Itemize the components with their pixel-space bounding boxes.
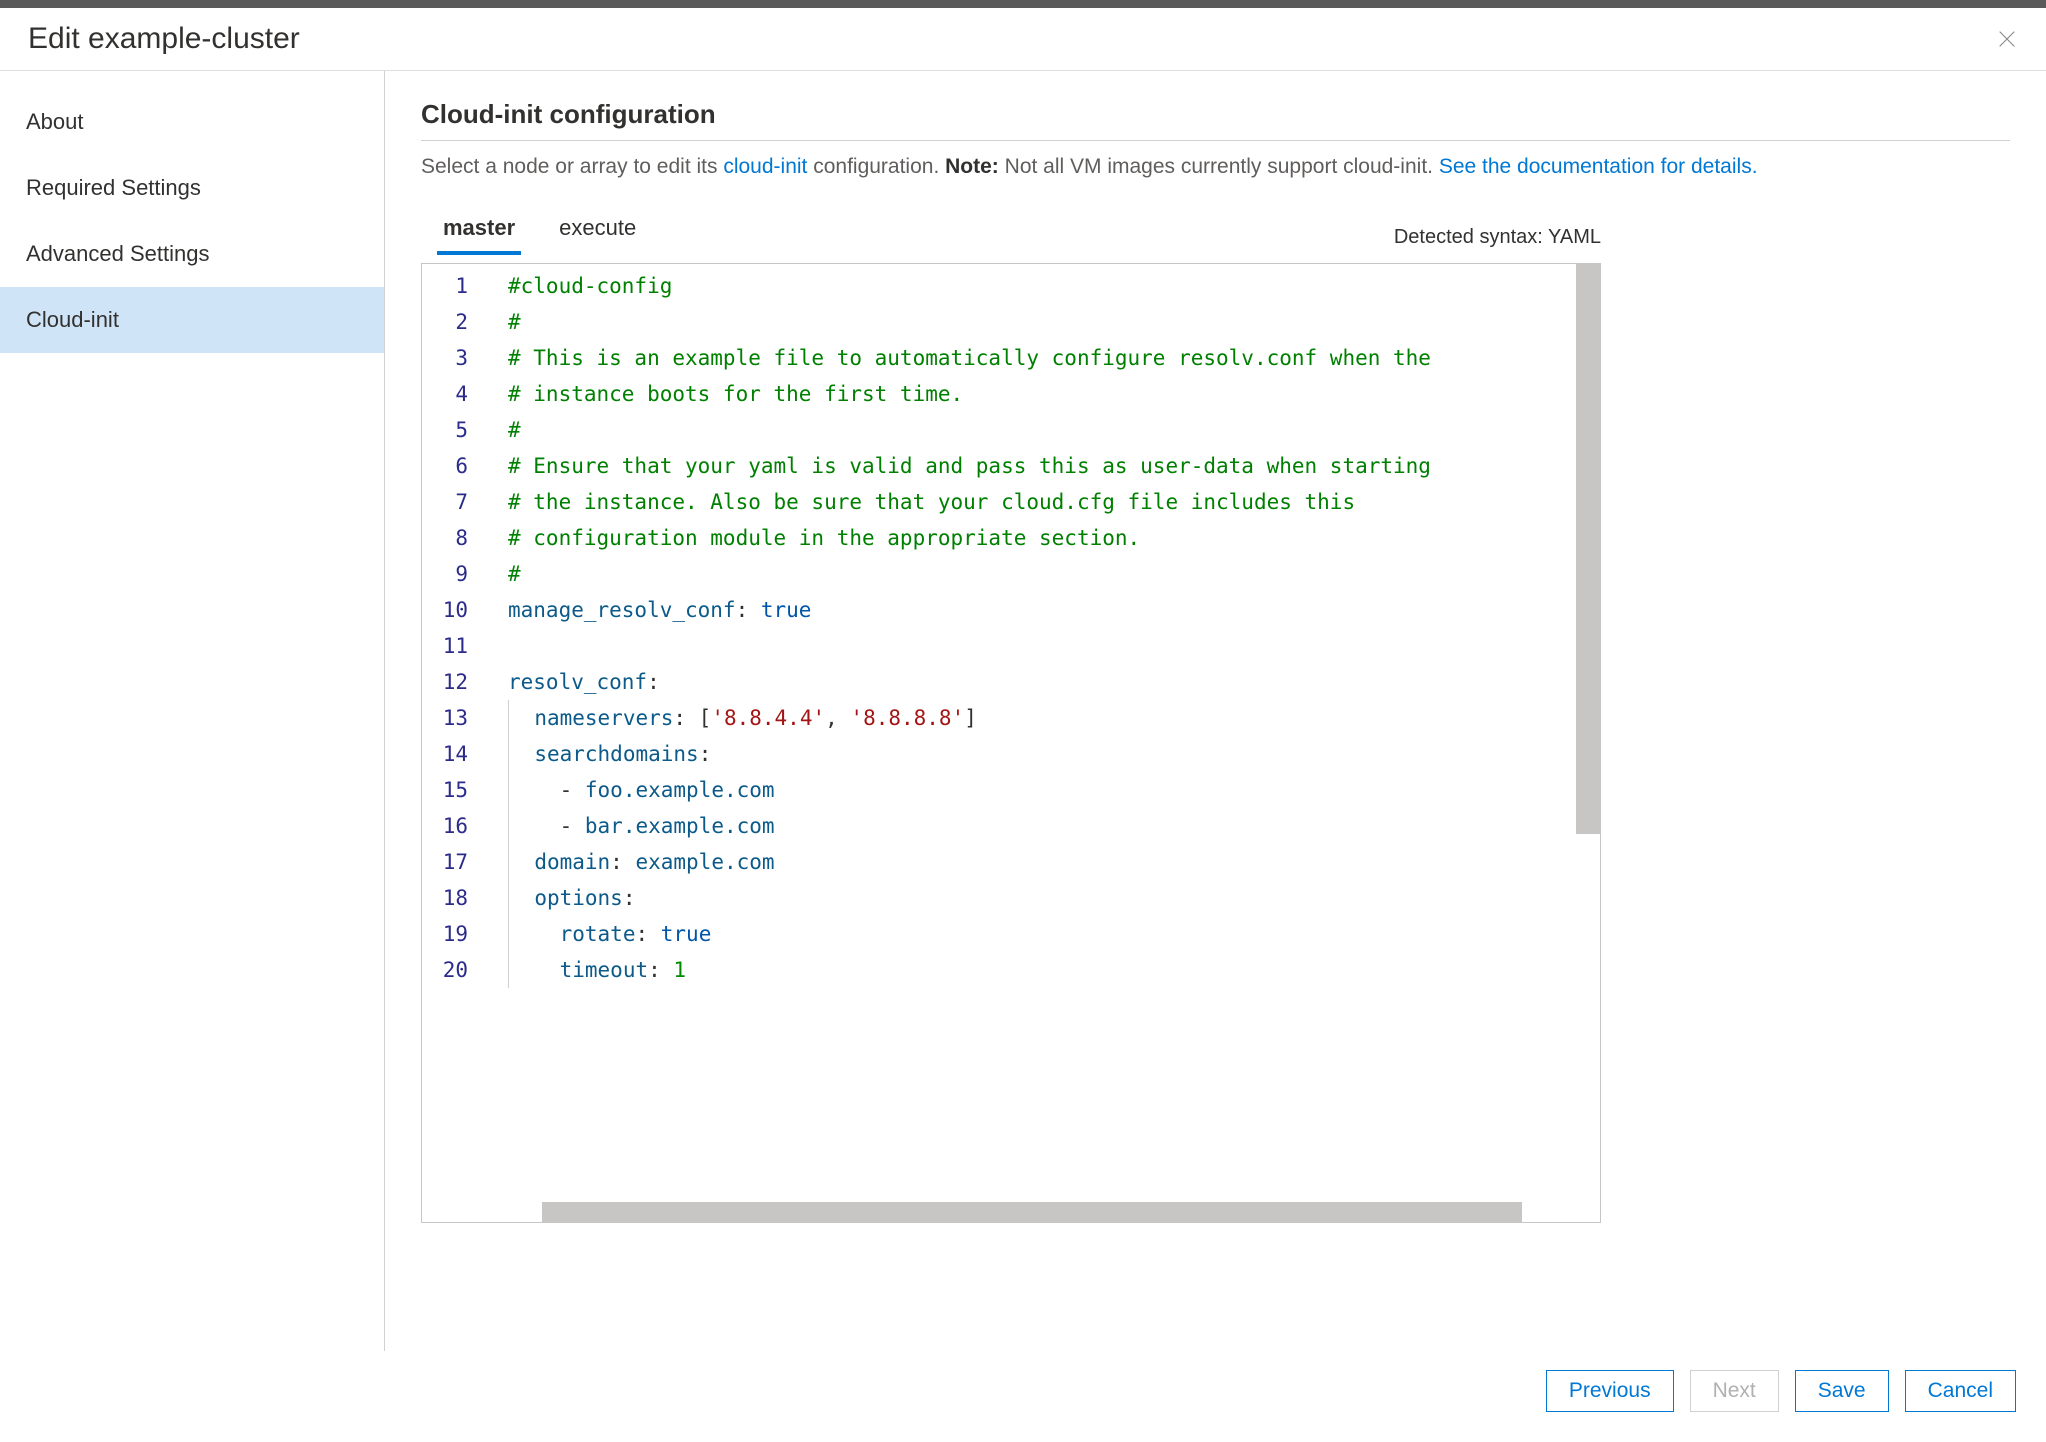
code-line[interactable]: # <box>508 412 1600 448</box>
line-number: 12 <box>422 664 468 700</box>
sidebar-item-about[interactable]: About <box>0 89 384 155</box>
code-line[interactable]: rotate: true <box>508 916 1600 952</box>
line-number: 4 <box>422 376 468 412</box>
line-number: 18 <box>422 880 468 916</box>
sidebar-item-required-settings[interactable]: Required Settings <box>0 155 384 221</box>
code-line[interactable]: searchdomains: <box>508 736 1600 772</box>
tab-master[interactable]: master <box>437 207 521 255</box>
previous-button[interactable]: Previous <box>1546 1370 1674 1412</box>
help-text: Select a node or array to edit its cloud… <box>421 155 2010 179</box>
line-number: 19 <box>422 916 468 952</box>
line-number: 13 <box>422 700 468 736</box>
help-note-text: Not all VM images currently support clou… <box>999 155 1439 178</box>
docs-link[interactable]: See the documentation for details. <box>1439 155 1758 178</box>
help-prefix: Select a node or array to edit its <box>421 155 723 178</box>
code-line[interactable]: resolv_conf: <box>508 664 1600 700</box>
cancel-button[interactable]: Cancel <box>1905 1370 2016 1412</box>
code-line[interactable]: manage_resolv_conf: true <box>508 592 1600 628</box>
line-number: 10 <box>422 592 468 628</box>
syntax-label: Detected syntax: YAML <box>1394 226 1601 255</box>
line-number: 11 <box>422 628 468 664</box>
code-line[interactable]: - bar.example.com <box>508 808 1600 844</box>
line-number: 1 <box>422 268 468 304</box>
code-line[interactable]: # configuration module in the appropriat… <box>508 520 1600 556</box>
code-line[interactable]: # This is an example file to automatical… <box>508 340 1600 376</box>
indent-guide <box>508 772 522 808</box>
save-button[interactable]: Save <box>1795 1370 1889 1412</box>
indent-guide <box>508 808 522 844</box>
editor-vertical-scrollbar[interactable] <box>1576 264 1600 834</box>
indent-guide <box>508 916 522 952</box>
cloud-init-link[interactable]: cloud-init <box>723 155 807 178</box>
dialog-footer: Previous Next Save Cancel <box>0 1351 2046 1431</box>
code-line[interactable]: # <box>508 556 1600 592</box>
node-tabs: master execute <box>421 207 642 255</box>
dialog-title: Edit example-cluster <box>28 22 300 56</box>
code-line[interactable]: # Ensure that your yaml is valid and pas… <box>508 448 1600 484</box>
line-number: 20 <box>422 952 468 988</box>
line-number: 14 <box>422 736 468 772</box>
dialog-header: Edit example-cluster <box>0 8 2046 71</box>
indent-guide <box>508 952 522 988</box>
line-number: 17 <box>422 844 468 880</box>
indent-guide <box>508 844 522 880</box>
indent-guide <box>508 880 522 916</box>
tab-execute[interactable]: execute <box>553 207 642 255</box>
sidebar: AboutRequired SettingsAdvanced SettingsC… <box>0 71 385 1351</box>
code-line[interactable] <box>508 628 1600 664</box>
section-title: Cloud-init configuration <box>421 99 2010 141</box>
editor-gutter: 1234567891011121314151617181920 <box>422 264 486 1222</box>
code-line[interactable]: - foo.example.com <box>508 772 1600 808</box>
indent-guide <box>508 736 522 772</box>
code-line[interactable]: # the instance. Also be sure that your c… <box>508 484 1600 520</box>
line-number: 8 <box>422 520 468 556</box>
editor-horizontal-scrollbar[interactable] <box>542 1202 1522 1222</box>
line-number: 3 <box>422 340 468 376</box>
code-line[interactable]: options: <box>508 880 1600 916</box>
line-number: 7 <box>422 484 468 520</box>
sidebar-item-cloud-init[interactable]: Cloud-init <box>0 287 384 353</box>
code-line[interactable]: # instance boots for the first time. <box>508 376 1600 412</box>
line-number: 2 <box>422 304 468 340</box>
line-number: 6 <box>422 448 468 484</box>
code-line[interactable]: domain: example.com <box>508 844 1600 880</box>
main-panel: Cloud-init configuration Select a node o… <box>385 71 2046 1351</box>
next-button: Next <box>1690 1370 1779 1412</box>
code-line[interactable]: nameservers: ['8.8.4.4', '8.8.8.8'] <box>508 700 1600 736</box>
sidebar-item-advanced-settings[interactable]: Advanced Settings <box>0 221 384 287</box>
window-topbar <box>0 0 2046 8</box>
close-icon[interactable] <box>1996 28 2018 50</box>
line-number: 15 <box>422 772 468 808</box>
line-number: 5 <box>422 412 468 448</box>
code-line[interactable]: timeout: 1 <box>508 952 1600 988</box>
code-editor[interactable]: 1234567891011121314151617181920 #cloud-c… <box>421 263 1601 1223</box>
code-line[interactable]: #cloud-config <box>508 268 1600 304</box>
code-line[interactable]: # <box>508 304 1600 340</box>
help-mid: configuration. <box>807 155 945 178</box>
line-number: 9 <box>422 556 468 592</box>
indent-guide <box>508 700 522 736</box>
line-number: 16 <box>422 808 468 844</box>
editor-code-area[interactable]: #cloud-config## This is an example file … <box>486 264 1600 1222</box>
help-note-label: Note: <box>945 155 999 178</box>
